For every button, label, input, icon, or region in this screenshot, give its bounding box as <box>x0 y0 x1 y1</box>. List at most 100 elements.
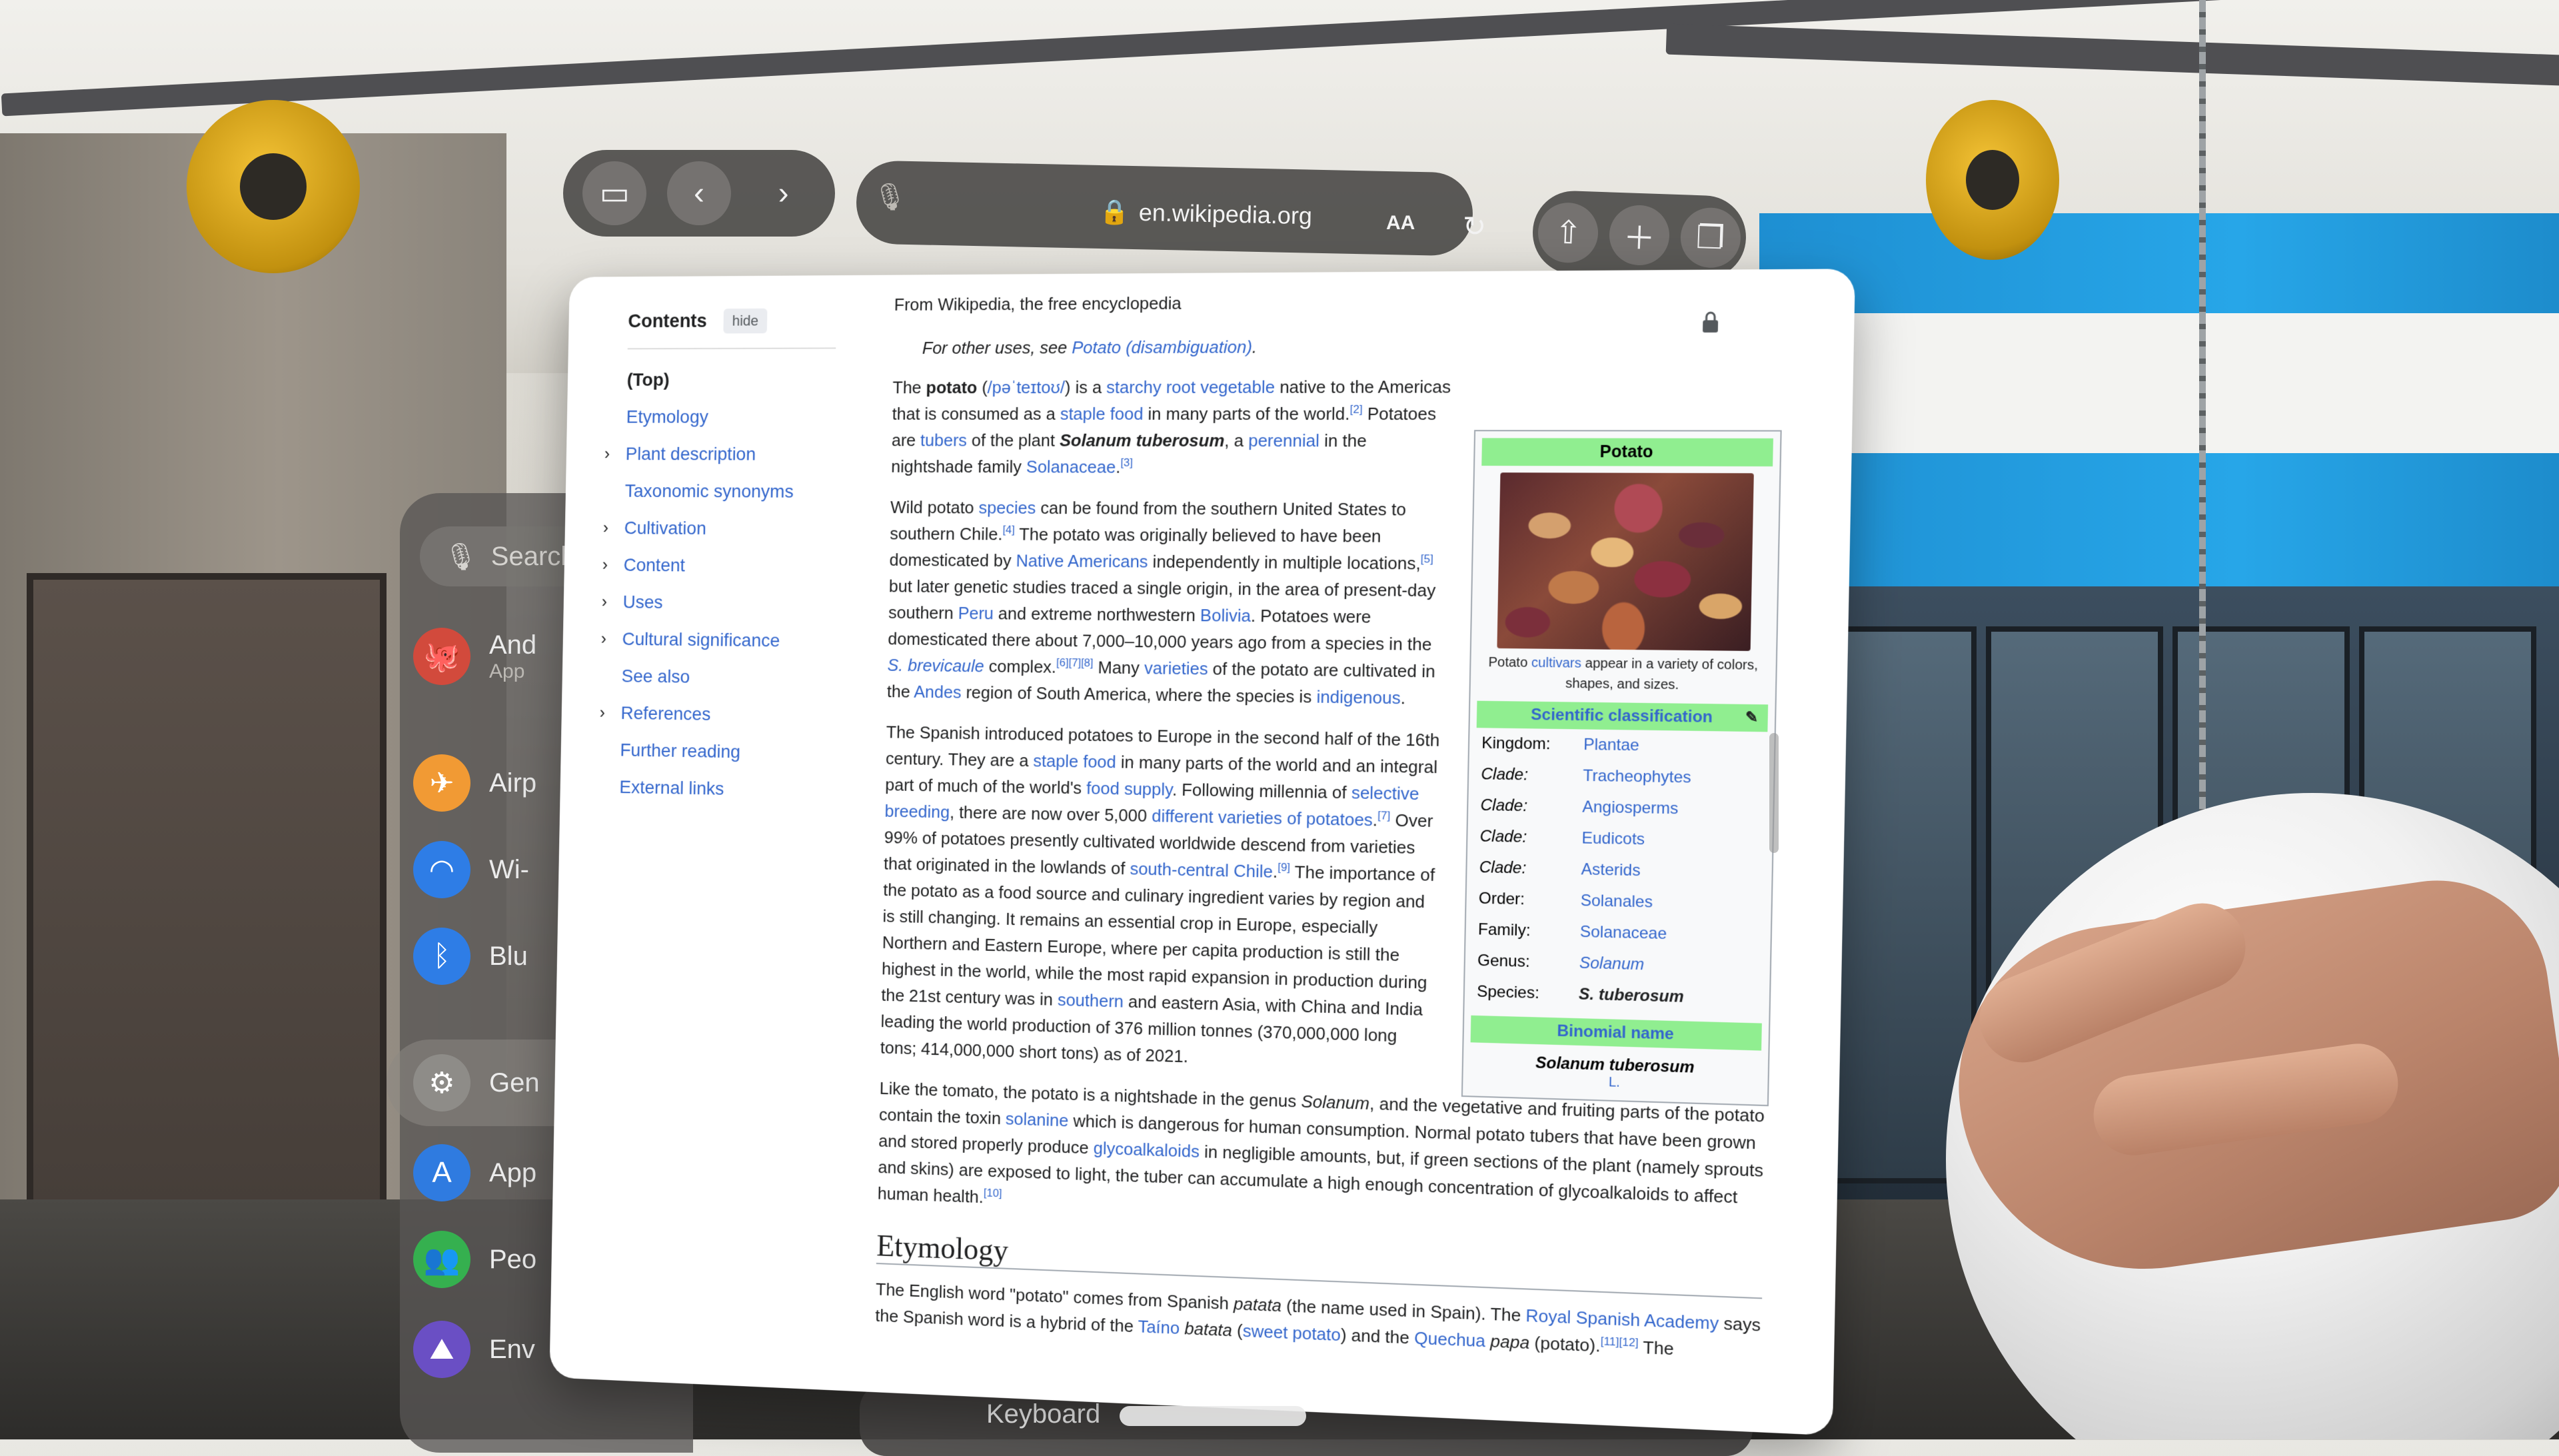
toc-item[interactable]: › References <box>620 694 829 734</box>
toc-item[interactable]: › Uses <box>622 583 831 622</box>
pencil-icon[interactable]: ✎ <box>1745 708 1759 726</box>
article-link[interactable]: perennial <box>1248 430 1319 450</box>
infobox-title: Potato <box>1481 438 1773 466</box>
toc-item[interactable]: Further reading <box>620 731 828 772</box>
article-link[interactable]: species <box>978 498 1036 518</box>
chevron-right-icon[interactable]: › <box>602 592 608 612</box>
people-icon: 👥 <box>413 1231 470 1288</box>
tabs-overview-icon[interactable]: ❐ <box>1679 207 1741 269</box>
chevron-right-icon[interactable]: › <box>603 518 609 538</box>
toc-item[interactable]: Taxonomic synonyms <box>624 472 834 510</box>
sidebar-toggle-icon[interactable]: ▭ <box>582 161 646 225</box>
toc-item-label: Cultural significance <box>622 628 780 651</box>
scientific-classification-header[interactable]: Scientific classification ✎ <box>1477 701 1768 732</box>
paragraph-origin: Wild potato species can be found from th… <box>887 494 1449 712</box>
classification-key: Family: <box>1473 920 1581 942</box>
microphone-icon[interactable]: 🎙 <box>873 181 907 213</box>
classification-key: Clade: <box>1475 765 1583 786</box>
classification-key: Order: <box>1473 889 1581 910</box>
toc-item[interactable]: › Plant description <box>625 435 834 472</box>
settings-item-label: Env <box>489 1335 535 1365</box>
classification-value[interactable]: Solanaceae <box>1580 923 1667 944</box>
binomial-name-header: Binomial name <box>1471 1016 1762 1051</box>
chevron-right-icon[interactable]: › <box>599 702 605 722</box>
article-link[interactable]: glycoalkaloids <box>1093 1138 1200 1161</box>
article-link[interactable]: Andes <box>914 682 962 702</box>
forward-button[interactable]: › <box>752 161 816 225</box>
article-link[interactable]: Royal Spanish Academy <box>1525 1305 1719 1333</box>
hatnote-text: . <box>1252 337 1258 357</box>
article-link[interactable]: cultivars <box>1531 656 1581 671</box>
hatnote-text: For other uses, see <box>922 337 1072 357</box>
window-grabber[interactable] <box>1120 1406 1306 1426</box>
potato-cultivars-image[interactable] <box>1497 472 1753 651</box>
toc-item[interactable]: See also <box>621 657 830 697</box>
disambiguation-link[interactable]: Potato (disambiguation) <box>1072 337 1252 357</box>
back-button[interactable]: ‹ <box>667 161 731 225</box>
avatar: 🐙 <box>413 628 470 685</box>
article-link[interactable]: Solanaceae <box>1026 456 1116 476</box>
article-link[interactable]: S. brevicaule <box>887 655 984 676</box>
lock-icon: 🔒 <box>1100 198 1130 227</box>
article-link[interactable]: staple food <box>1060 404 1144 424</box>
article-link[interactable]: sweet potato <box>1242 1321 1341 1345</box>
classification-value[interactable]: Solanum <box>1579 954 1645 974</box>
citation-link[interactable]: [4] <box>1002 524 1015 536</box>
airplane-icon: ✈ <box>413 754 470 812</box>
article-link[interactable]: solanine <box>1006 1109 1069 1131</box>
classification-key: Clade: <box>1474 827 1582 848</box>
classification-value[interactable]: Solanales <box>1580 892 1653 912</box>
classification-value[interactable]: Tracheophytes <box>1583 766 1691 787</box>
article-link[interactable]: Peru <box>958 603 994 623</box>
share-icon[interactable]: ⇧ <box>1537 201 1599 263</box>
article-link[interactable]: Native Americans <box>1016 550 1148 571</box>
citation-link[interactable]: [6][7][8] <box>1056 656 1094 670</box>
toc-item[interactable]: Etymology <box>626 398 835 435</box>
chevron-right-icon[interactable]: › <box>601 628 607 648</box>
toc-item-label: Cultivation <box>624 517 706 538</box>
article-link[interactable]: indigenous <box>1316 686 1401 708</box>
new-tab-icon[interactable]: ＋ <box>1608 204 1670 266</box>
citation-link[interactable]: [7] <box>1377 810 1390 823</box>
classification-value[interactable]: Asterids <box>1581 860 1641 880</box>
article-link[interactable]: Quechua <box>1414 1327 1485 1351</box>
classification-value[interactable]: Angiosperms <box>1582 798 1679 818</box>
article-link[interactable]: starchy root vegetable <box>1106 377 1275 397</box>
classification-row: Clade: Tracheophytes <box>1475 759 1767 795</box>
citation-link[interactable]: [10] <box>984 1187 1002 1200</box>
url-display[interactable]: 🔒 en.wikipedia.org <box>1100 198 1313 231</box>
citation-link[interactable]: [3] <box>1120 456 1133 469</box>
toc-item[interactable]: › Cultivation <box>624 509 833 547</box>
article-link[interactable]: Taíno <box>1138 1316 1180 1338</box>
settings-item-label: And <box>489 630 536 660</box>
reload-icon[interactable]: ↻ <box>1463 210 1486 243</box>
chevron-right-icon[interactable]: › <box>602 554 608 574</box>
article-link[interactable]: south-central Chile <box>1130 858 1273 881</box>
article-link[interactable]: varieties <box>1144 658 1208 678</box>
chevron-right-icon[interactable]: › <box>604 444 610 464</box>
classification-value[interactable]: Eudicots <box>1581 829 1645 849</box>
window-scroll-indicator[interactable] <box>1769 733 1779 853</box>
classification-value[interactable]: Plantae <box>1583 736 1639 756</box>
citation-link[interactable]: [2] <box>1349 403 1362 416</box>
article-link[interactable]: different varieties of potatoes <box>1152 806 1373 830</box>
toc-item-label: Plant description <box>626 443 756 464</box>
toc-item[interactable]: › Content <box>623 546 832 585</box>
page-protection-lock-icon[interactable] <box>1701 311 1720 334</box>
url-text: en.wikipedia.org <box>1138 199 1312 230</box>
pronunciation-link[interactable]: /pəˈteɪtoʊ/ <box>987 377 1065 397</box>
article-link[interactable]: Bolivia <box>1200 605 1252 626</box>
citation-link[interactable]: [9] <box>1278 861 1290 874</box>
classification-key: Clade: <box>1473 858 1581 880</box>
article-link[interactable]: staple food <box>1033 751 1116 772</box>
citation-link[interactable]: [11][12] <box>1600 1335 1638 1349</box>
citation-link[interactable]: [5] <box>1421 552 1433 565</box>
toc-item[interactable]: External links <box>619 768 828 809</box>
article-link[interactable]: food supply <box>1086 778 1172 800</box>
article-link[interactable]: southern <box>1058 990 1124 1012</box>
article-link[interactable]: tubers <box>920 430 967 450</box>
toc-item[interactable]: (Top) <box>626 361 836 398</box>
reader-settings-button[interactable]: AA <box>1386 212 1415 235</box>
toc-hide-button[interactable]: hide <box>723 309 768 334</box>
toc-item[interactable]: › Cultural significance <box>622 620 830 660</box>
